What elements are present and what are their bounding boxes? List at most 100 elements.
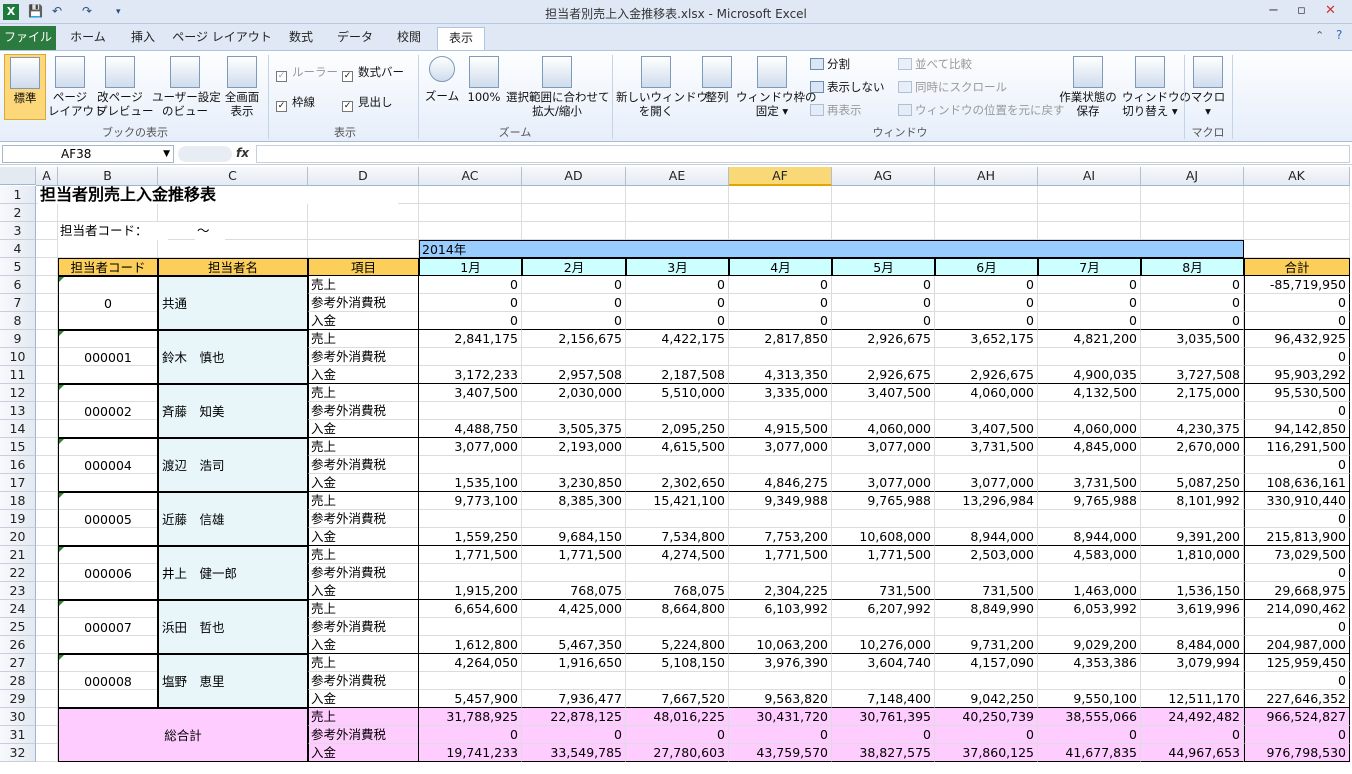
value-cell[interactable]: 731,500 <box>935 582 1038 600</box>
header-month[interactable]: 7月 <box>1038 258 1141 276</box>
insert-function-icon[interactable]: fx <box>236 146 249 160</box>
cell[interactable] <box>729 204 832 222</box>
value-cell[interactable]: 768,075 <box>522 582 626 600</box>
reset-position-button[interactable]: ウィンドウの位置を元に戻す <box>898 103 1065 117</box>
value-cell[interactable]: 41,677,835 <box>1038 744 1141 762</box>
value-cell[interactable]: 0 <box>832 294 935 312</box>
value-cell[interactable]: 48,016,225 <box>626 708 729 726</box>
item-label-cell[interactable]: 参考外消費税 <box>308 348 419 366</box>
column-header-af[interactable]: AF <box>729 167 832 186</box>
row-header-28[interactable]: 28 <box>0 672 36 690</box>
value-cell[interactable]: 0 <box>729 312 832 330</box>
cell[interactable] <box>1244 204 1350 222</box>
value-cell[interactable] <box>832 564 935 582</box>
row-header-14[interactable]: 14 <box>0 420 36 438</box>
value-cell[interactable]: 3,172,233 <box>419 366 522 384</box>
value-cell[interactable]: 29,668,975 <box>1244 582 1350 600</box>
value-cell[interactable]: 9,391,200 <box>1141 528 1244 546</box>
value-cell[interactable]: 0 <box>1141 276 1244 294</box>
row-header-9[interactable]: 9 <box>0 330 36 348</box>
value-cell[interactable]: 9,765,988 <box>832 492 935 510</box>
value-cell[interactable]: 96,432,925 <box>1244 330 1350 348</box>
value-cell[interactable] <box>1038 564 1141 582</box>
value-cell[interactable]: 30,431,720 <box>729 708 832 726</box>
item-label-cell[interactable]: 参考外消費税 <box>308 564 419 582</box>
value-cell[interactable] <box>1141 564 1244 582</box>
staff-code-cell[interactable]: 000004 <box>58 438 158 492</box>
cell[interactable] <box>36 258 58 276</box>
cell[interactable] <box>1038 186 1141 204</box>
item-label-cell[interactable]: 売上 <box>308 438 419 456</box>
cell[interactable] <box>36 222 58 240</box>
arrange-all-button[interactable]: 整列 <box>700 56 734 104</box>
value-cell[interactable]: 4,060,000 <box>1038 420 1141 438</box>
value-cell[interactable]: 116,291,500 <box>1244 438 1350 456</box>
value-cell[interactable]: 2,926,675 <box>832 366 935 384</box>
value-cell[interactable]: 2,670,000 <box>1141 438 1244 456</box>
value-cell[interactable] <box>729 348 832 366</box>
value-cell[interactable]: 8,484,000 <box>1141 636 1244 654</box>
value-cell[interactable] <box>1141 348 1244 366</box>
cell[interactable] <box>36 510 58 528</box>
tab-page-layout[interactable]: ページ レイアウト <box>172 27 272 50</box>
value-cell[interactable] <box>419 456 522 474</box>
value-cell[interactable]: 4,488,750 <box>419 420 522 438</box>
value-cell[interactable]: 0 <box>1141 294 1244 312</box>
value-cell[interactable]: 0 <box>522 312 626 330</box>
cell[interactable] <box>1141 222 1244 240</box>
value-cell[interactable]: 73,029,500 <box>1244 546 1350 564</box>
value-cell[interactable] <box>522 348 626 366</box>
value-cell[interactable]: 1,771,500 <box>419 546 522 564</box>
value-cell[interactable]: 0 <box>832 276 935 294</box>
row-header-20[interactable]: 20 <box>0 528 36 546</box>
row-header-23[interactable]: 23 <box>0 582 36 600</box>
item-label-cell[interactable]: 参考外消費税 <box>308 726 419 744</box>
cell[interactable] <box>36 420 58 438</box>
value-cell[interactable]: 3,079,994 <box>1141 654 1244 672</box>
value-cell[interactable]: 8,849,990 <box>935 600 1038 618</box>
staff-name-cell[interactable]: 井上 健一郎 <box>158 546 308 600</box>
row-header-18[interactable]: 18 <box>0 492 36 510</box>
value-cell[interactable]: 37,860,125 <box>935 744 1038 762</box>
value-cell[interactable]: 5,108,150 <box>626 654 729 672</box>
value-cell[interactable]: 0 <box>1141 726 1244 744</box>
value-cell[interactable]: 2,817,850 <box>729 330 832 348</box>
cell[interactable] <box>36 240 58 258</box>
value-cell[interactable]: 24,492,482 <box>1141 708 1244 726</box>
row-header-25[interactable]: 25 <box>0 618 36 636</box>
cell[interactable] <box>36 600 58 618</box>
value-cell[interactable]: 3,407,500 <box>419 384 522 402</box>
value-cell[interactable]: 9,029,200 <box>1038 636 1141 654</box>
value-cell[interactable]: 12,511,170 <box>1141 690 1244 708</box>
value-cell[interactable] <box>832 618 935 636</box>
value-cell[interactable]: 2,926,675 <box>832 330 935 348</box>
row-header-32[interactable]: 32 <box>0 744 36 762</box>
tab-review[interactable]: 校閲 <box>386 27 432 50</box>
value-cell[interactable]: 7,534,800 <box>626 528 729 546</box>
value-cell[interactable] <box>522 402 626 420</box>
value-cell[interactable]: 0 <box>419 312 522 330</box>
header-month[interactable]: 6月 <box>935 258 1038 276</box>
value-cell[interactable] <box>626 402 729 420</box>
value-cell[interactable]: 0 <box>626 312 729 330</box>
value-cell[interactable]: 0 <box>1244 348 1350 366</box>
cell[interactable] <box>36 654 58 672</box>
value-cell[interactable]: 3,077,000 <box>832 474 935 492</box>
value-cell[interactable]: 0 <box>832 726 935 744</box>
value-cell[interactable] <box>1141 402 1244 420</box>
name-box[interactable]: AF38 ▼ <box>2 145 174 163</box>
header-month[interactable]: 4月 <box>729 258 832 276</box>
zoom-100-button[interactable]: 100% <box>464 56 504 104</box>
item-label-cell[interactable]: 入金 <box>308 366 419 384</box>
value-cell[interactable]: 966,524,827 <box>1244 708 1350 726</box>
cell[interactable] <box>1244 240 1350 258</box>
value-cell[interactable]: 0 <box>1038 312 1141 330</box>
value-cell[interactable]: 0 <box>522 726 626 744</box>
value-cell[interactable]: 0 <box>935 294 1038 312</box>
zoom-button[interactable]: ズーム <box>424 56 460 103</box>
value-cell[interactable]: 95,903,292 <box>1244 366 1350 384</box>
staff-name-cell[interactable]: 近藤 信雄 <box>158 492 308 546</box>
value-cell[interactable] <box>626 564 729 582</box>
staff-name-cell[interactable]: 斉藤 知美 <box>158 384 308 438</box>
cell[interactable] <box>36 582 58 600</box>
